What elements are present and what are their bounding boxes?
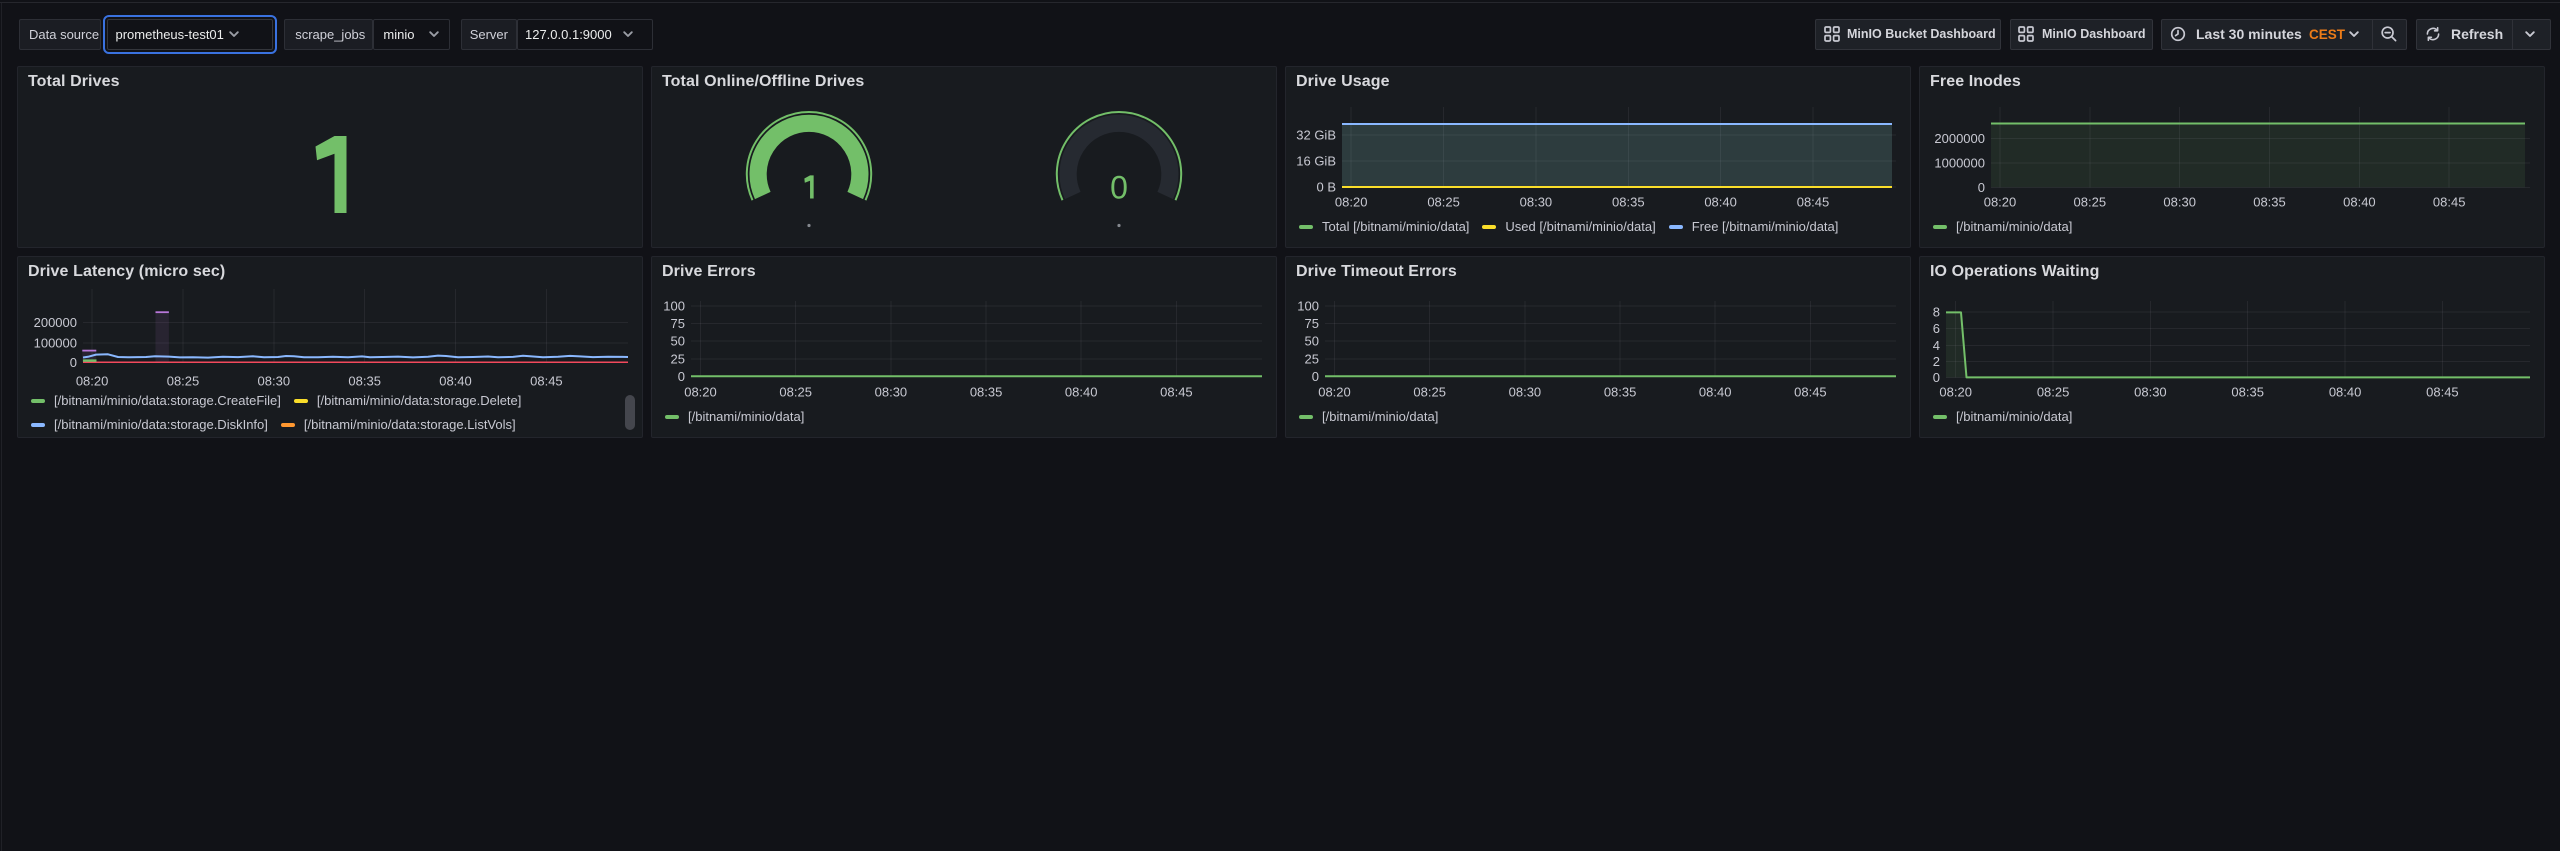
svg-text:0: 0 [1312, 369, 1319, 384]
svg-text:2: 2 [1933, 354, 1940, 369]
svg-text:08:35: 08:35 [2231, 385, 2264, 400]
svg-text:08:45: 08:45 [2433, 194, 2466, 209]
svg-text:08:45: 08:45 [530, 374, 563, 389]
svg-text:0: 0 [678, 369, 685, 384]
svg-text:08:25: 08:25 [167, 374, 200, 389]
svg-text:08:35: 08:35 [970, 385, 1003, 400]
svg-text:0 B: 0 B [1316, 180, 1336, 195]
svg-text:08:45: 08:45 [1160, 385, 1193, 400]
svg-text:50: 50 [671, 334, 685, 349]
svg-text:08:30: 08:30 [1509, 385, 1542, 400]
svg-text:100: 100 [663, 299, 685, 314]
svg-text:16 GiB: 16 GiB [1296, 154, 1336, 169]
svg-text:08:30: 08:30 [2134, 385, 2167, 400]
svg-text:08:25: 08:25 [1413, 385, 1446, 400]
svg-text:2000000: 2000000 [1934, 131, 1985, 146]
svg-text:08:25: 08:25 [779, 385, 812, 400]
svg-text:08:40: 08:40 [1704, 194, 1737, 209]
svg-text:75: 75 [671, 316, 685, 331]
svg-text:08:35: 08:35 [1612, 194, 1645, 209]
svg-text:08:35: 08:35 [2253, 194, 2286, 209]
svg-text:75: 75 [1305, 316, 1319, 331]
svg-text:08:20: 08:20 [684, 385, 717, 400]
svg-text:08:30: 08:30 [875, 385, 908, 400]
svg-text:08:20: 08:20 [1335, 194, 1368, 209]
svg-text:4: 4 [1933, 338, 1940, 353]
svg-text:25: 25 [671, 351, 685, 366]
svg-text:100000: 100000 [34, 336, 77, 351]
svg-text:32 GiB: 32 GiB [1296, 128, 1336, 143]
svg-text:08:25: 08:25 [2037, 385, 2070, 400]
svg-text:25: 25 [1305, 351, 1319, 366]
svg-text:100: 100 [1297, 299, 1319, 314]
svg-text:200000: 200000 [34, 315, 77, 330]
svg-text:0: 0 [1110, 170, 1128, 206]
svg-text:0: 0 [1978, 180, 1985, 195]
svg-text:08:45: 08:45 [1794, 385, 1827, 400]
svg-text:08:30: 08:30 [1520, 194, 1553, 209]
svg-text:08:30: 08:30 [2163, 194, 2196, 209]
svg-text:08:40: 08:40 [2329, 385, 2362, 400]
svg-text:08:45: 08:45 [1797, 194, 1830, 209]
svg-text:08:20: 08:20 [1939, 385, 1972, 400]
svg-text:1000000: 1000000 [1934, 156, 1985, 171]
svg-text:08:25: 08:25 [1427, 194, 1460, 209]
svg-text:08:35: 08:35 [1604, 385, 1637, 400]
svg-text:0: 0 [70, 355, 77, 370]
svg-text:08:35: 08:35 [348, 374, 381, 389]
svg-text:8: 8 [1933, 305, 1940, 320]
svg-text:08:20: 08:20 [1984, 194, 2017, 209]
svg-text:6: 6 [1933, 321, 1940, 336]
svg-text:08:20: 08:20 [1318, 385, 1351, 400]
svg-text:08:40: 08:40 [439, 374, 472, 389]
svg-text:08:30: 08:30 [258, 374, 291, 389]
svg-text:08:20: 08:20 [76, 374, 109, 389]
svg-text:08:45: 08:45 [2426, 385, 2459, 400]
svg-text:0: 0 [1933, 370, 1940, 385]
svg-text:08:40: 08:40 [2343, 194, 2376, 209]
svg-text:08:40: 08:40 [1065, 385, 1098, 400]
svg-text:08:25: 08:25 [2074, 194, 2107, 209]
svg-text:08:40: 08:40 [1699, 385, 1732, 400]
svg-text:50: 50 [1305, 334, 1319, 349]
